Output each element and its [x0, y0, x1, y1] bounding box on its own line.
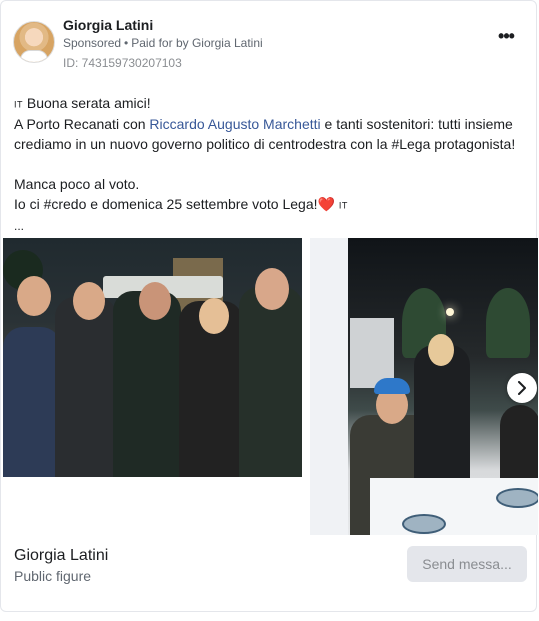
page-name[interactable]: Giorgia Latini — [14, 547, 108, 565]
post-text-line3: Manca poco al voto. — [14, 176, 140, 193]
send-message-button[interactable]: Send messa... — [407, 546, 527, 582]
post-text: IT Buona serata amici! A Porto Recanati … — [14, 93, 529, 236]
post-text-line2-pre: A Porto Recanati con — [14, 116, 150, 133]
post-text-line1: Buona serata amici! — [26, 95, 151, 111]
image-carousel — [1, 238, 538, 535]
flag-it-icon: IT — [14, 99, 23, 110]
paid-for-label: Paid for by Giorgia Latini — [131, 36, 263, 50]
author-avatar[interactable] — [13, 21, 55, 63]
ad-id: ID: 743159730207103 — [63, 56, 182, 70]
ad-card: Giorgia Latini Sponsored • Paid for by Gio… — [0, 0, 538, 612]
sponsored-meta: Sponsored • Paid for by Giorgia Latini — [63, 36, 263, 50]
carousel-photo-group[interactable] — [3, 238, 302, 477]
more-horizontal-icon[interactable]: ••• — [492, 27, 520, 49]
post-text-line4: Io ci #credo e domenica 25 settembre vot… — [14, 196, 318, 213]
mention-link[interactable]: Riccardo Augusto Marchetti — [149, 116, 320, 132]
page-category: Public figure — [14, 568, 92, 584]
post-header: Giorgia Latini Sponsored • Paid for by Gio… — [13, 15, 524, 71]
page-footer: Giorgia Latini Public figure — [14, 547, 108, 584]
heart-icon: ❤️ — [317, 196, 335, 213]
see-more-ellipsis[interactable]: ... — [14, 216, 529, 236]
chevron-right-icon[interactable] — [507, 373, 537, 403]
sponsored-label: Sponsored — [63, 36, 122, 50]
carousel-photo-dinner[interactable] — [310, 238, 538, 535]
author-name[interactable]: Giorgia Latini — [63, 17, 153, 33]
flag-it-icon: IT — [338, 200, 348, 211]
